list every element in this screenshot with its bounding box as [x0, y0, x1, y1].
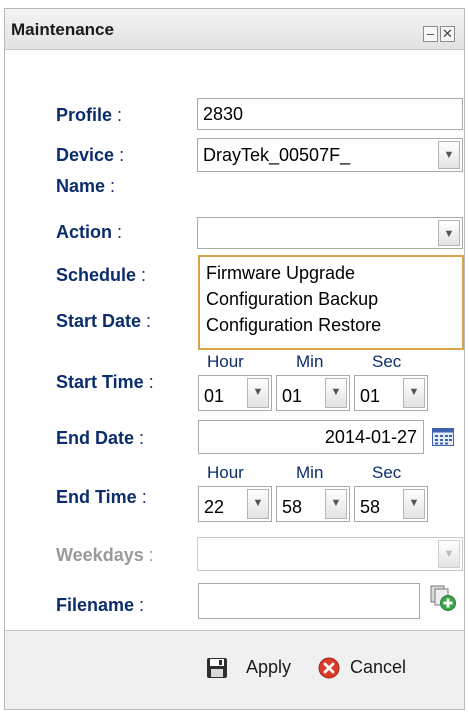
close-icon: ✕ [442, 26, 453, 41]
chevron-down-icon[interactable]: ▼ [247, 489, 269, 519]
device-label: Device : [56, 145, 125, 165]
start-sec-caption: Sec [372, 352, 402, 371]
device-value: DrayTek_00507F_ [203, 145, 351, 165]
profile-input[interactable]: 2830 [197, 98, 463, 130]
end-sec-select[interactable]: 58 ▼ [354, 486, 428, 522]
device-name-label: Name : [56, 176, 116, 196]
start-min-select[interactable]: 01 ▼ [276, 375, 350, 411]
end-hour-select[interactable]: 22 ▼ [198, 486, 272, 522]
chevron-down-icon[interactable]: ▼ [438, 220, 460, 246]
chevron-down-icon[interactable]: ▼ [403, 489, 425, 519]
start-hour-caption: Hour [207, 352, 244, 371]
end-hour-caption: Hour [207, 463, 244, 482]
chevron-down-icon[interactable]: ▼ [247, 378, 269, 408]
chevron-down-icon[interactable]: ▼ [325, 489, 347, 519]
profile-label: Profile : [56, 105, 123, 125]
option-configuration-backup[interactable]: Configuration Backup [200, 286, 462, 312]
start-sec-value: 01 [360, 386, 381, 406]
weekdays-select[interactable]: ▼ [197, 537, 463, 571]
device-select[interactable]: DrayTek_00507F_ ▼ [197, 138, 463, 172]
apply-label: Apply [246, 657, 292, 677]
option-configuration-restore[interactable]: Configuration Restore [200, 312, 462, 338]
cancel-icon [318, 657, 340, 679]
cancel-label: Cancel [350, 657, 407, 677]
start-hour-select[interactable]: 01 ▼ [198, 375, 272, 411]
chevron-down-icon[interactable]: ▼ [438, 540, 460, 568]
chevron-down-icon[interactable]: ▼ [325, 378, 347, 408]
end-sec-value: 58 [360, 497, 381, 517]
action-dropdown-list: Firmware Upgrade Configuration Backup Co… [198, 255, 464, 350]
calendar-icon[interactable] [432, 428, 454, 446]
end-date-label: End Date : [56, 428, 145, 448]
profile-value: 2830 [203, 104, 244, 124]
minimize-icon: – [426, 26, 435, 41]
minimize-button[interactable]: – [423, 26, 438, 42]
end-date-value: 2014-01-27 [324, 427, 417, 447]
end-time-label: End Time : [56, 487, 147, 507]
action-label: Action : [56, 222, 123, 242]
end-hour-value: 22 [204, 497, 225, 517]
close-button[interactable]: ✕ [440, 26, 455, 42]
file-add-icon[interactable] [429, 584, 457, 612]
weekdays-label: Weekdays : [56, 545, 154, 565]
start-sec-select[interactable]: 01 ▼ [354, 375, 428, 411]
start-hour-value: 01 [204, 386, 225, 406]
action-select[interactable]: ▼ [197, 217, 463, 249]
start-min-caption: Min [296, 352, 324, 371]
start-min-value: 01 [282, 386, 303, 406]
end-sec-caption: Sec [372, 463, 402, 482]
filename-label: Filename : [56, 595, 145, 615]
end-date-input[interactable]: 2014-01-27 [198, 420, 424, 454]
chevron-down-icon[interactable]: ▼ [438, 141, 460, 169]
save-icon [206, 657, 228, 679]
dialog-title: Maintenance [11, 20, 114, 39]
filename-input[interactable] [198, 583, 420, 619]
end-min-value: 58 [282, 497, 303, 517]
start-date-label: Start Date : [56, 311, 152, 331]
option-firmware-upgrade[interactable]: Firmware Upgrade [200, 260, 462, 286]
end-min-select[interactable]: 58 ▼ [276, 486, 350, 522]
start-time-label: Start Time : [56, 372, 154, 392]
end-min-caption: Min [296, 463, 324, 482]
schedule-label: Schedule : [56, 265, 147, 285]
chevron-down-icon[interactable]: ▼ [403, 378, 425, 408]
